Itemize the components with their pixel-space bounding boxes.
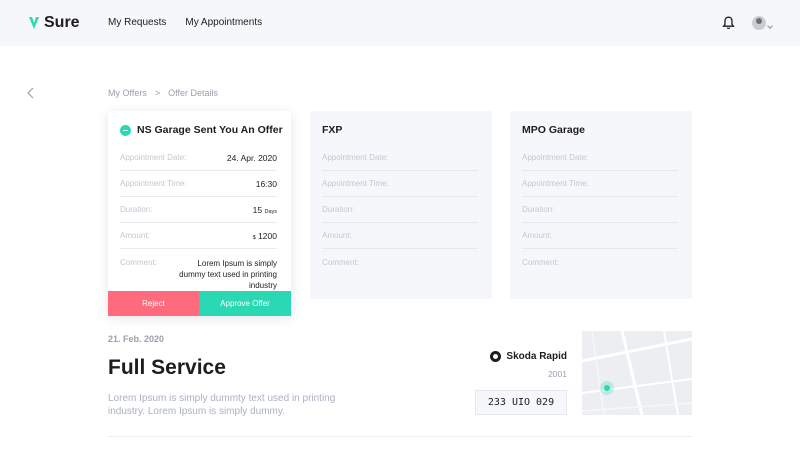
offer-row-comment: Comment: — [522, 254, 678, 288]
offer-row-comment: Comment: — [322, 254, 478, 288]
service-title: Full Service — [108, 356, 226, 379]
car-brand-icon — [490, 351, 502, 362]
duration-unit: Days — [264, 208, 277, 215]
label-appointment-date: Appointment Date: — [322, 153, 389, 162]
map-roads — [582, 331, 692, 415]
offer-card-title: NS Garage Sent You An Offer — [120, 124, 283, 136]
value-comment: Lorem Ipsum is simply dummy text used in… — [179, 259, 277, 290]
status-indicator-icon — [120, 124, 131, 136]
license-plate: 233 UIO 029 — [475, 390, 567, 415]
value-amount: $ 1200 — [253, 231, 277, 241]
offer-row-duration: Duration: — [322, 197, 478, 223]
breadcrumb-separator: > — [154, 88, 161, 98]
main-nav: My Requests My Appointments — [108, 17, 262, 28]
nav-my-appointments[interactable]: My Appointments — [185, 17, 262, 28]
chevron-down-icon[interactable] — [767, 23, 773, 29]
bell-icon[interactable] — [722, 16, 735, 30]
value-appointment-time: 16:30 — [255, 178, 277, 189]
amount-number: 1200 — [258, 230, 277, 241]
offer-row-time: Appointment Time: — [322, 171, 478, 197]
service-description: Lorem Ipsum is simply dummty text used i… — [108, 393, 336, 417]
label-duration: Duration: — [522, 205, 555, 214]
amount-currency: $ — [252, 234, 256, 241]
offer-card-title: FXP — [322, 124, 342, 136]
top-navigation-bar: Sure My Requests My Appointments — [0, 0, 800, 46]
offer-card-fxp[interactable]: FXP Appointment Date: Appointment Time: … — [310, 111, 492, 299]
offer-row-time: Appointment Time: 16:30 — [120, 171, 277, 197]
label-appointment-time: Appointment Time: — [120, 179, 187, 188]
user-avatar[interactable] — [752, 16, 766, 30]
label-appointment-time: Appointment Time: — [522, 179, 589, 188]
vehicle-year: 2001 — [548, 369, 567, 379]
label-duration: Duration: — [120, 205, 153, 214]
label-amount: Amount: — [322, 231, 352, 240]
approve-offer-button[interactable]: Approve Offer — [199, 291, 291, 316]
offer-title-text: MPO Garage — [522, 124, 586, 136]
logo[interactable]: Sure — [28, 14, 80, 32]
back-arrow-icon[interactable] — [26, 87, 36, 99]
service-date: 21. Feb. 2020 — [108, 334, 165, 344]
logo-text: Sure — [44, 14, 80, 31]
value-appointment-date: 24. Apr. 2020 — [226, 152, 277, 163]
breadcrumb: My Offers > Offer Details — [108, 88, 218, 98]
vehicle-name-text: Skoda Rapid — [506, 351, 567, 362]
section-divider — [108, 436, 692, 437]
offer-row-comment: Comment: Lorem Ipsum is simply dummy tex… — [120, 254, 277, 290]
location-map[interactable] — [582, 331, 692, 415]
nav-my-requests[interactable]: My Requests — [108, 17, 166, 28]
offer-card-title: MPO Garage — [522, 124, 585, 136]
offer-title-text: FXP — [322, 124, 343, 136]
reject-button[interactable]: Reject — [108, 291, 199, 316]
label-amount: Amount: — [522, 231, 552, 240]
offer-row-duration: Duration: — [522, 197, 678, 223]
label-appointment-date: Appointment Date: — [522, 153, 589, 162]
label-duration: Duration: — [322, 205, 355, 214]
value-duration: 15 Days — [253, 205, 277, 215]
offer-row-amount: Amount: — [322, 223, 478, 249]
label-appointment-date: Appointment Date: — [120, 153, 187, 162]
label-amount: Amount: — [120, 231, 150, 240]
breadcrumb-my-offers[interactable]: My Offers — [108, 88, 147, 98]
vehicle-name: Skoda Rapid — [490, 351, 567, 362]
sure-logo-icon — [29, 17, 39, 29]
label-appointment-time: Appointment Time: — [322, 179, 389, 188]
offer-card-mpo-garage[interactable]: MPO Garage Appointment Date: Appointment… — [510, 111, 692, 299]
offer-row-date: Appointment Date: — [522, 145, 678, 171]
offer-row-date: Appointment Date: — [322, 145, 478, 171]
breadcrumb-offer-details: Offer Details — [168, 88, 218, 98]
duration-number: 15 — [252, 204, 263, 215]
label-comment: Comment: — [322, 258, 359, 267]
offer-row-duration: Duration: 15 Days — [120, 197, 277, 223]
offer-row-amount: Amount: $ 1200 — [120, 223, 277, 249]
offer-row-amount: Amount: — [522, 223, 678, 249]
offer-card-ns-garage: NS Garage Sent You An Offer Appointment … — [108, 111, 291, 316]
label-comment: Comment: — [522, 258, 559, 267]
map-pin-icon — [600, 381, 614, 395]
offer-row-time: Appointment Time: — [522, 171, 678, 197]
offer-title-text: NS Garage Sent You An Offer — [137, 124, 283, 136]
offer-row-date: Appointment Date: 24. Apr. 2020 — [120, 145, 277, 171]
label-comment: Comment: — [120, 258, 157, 267]
